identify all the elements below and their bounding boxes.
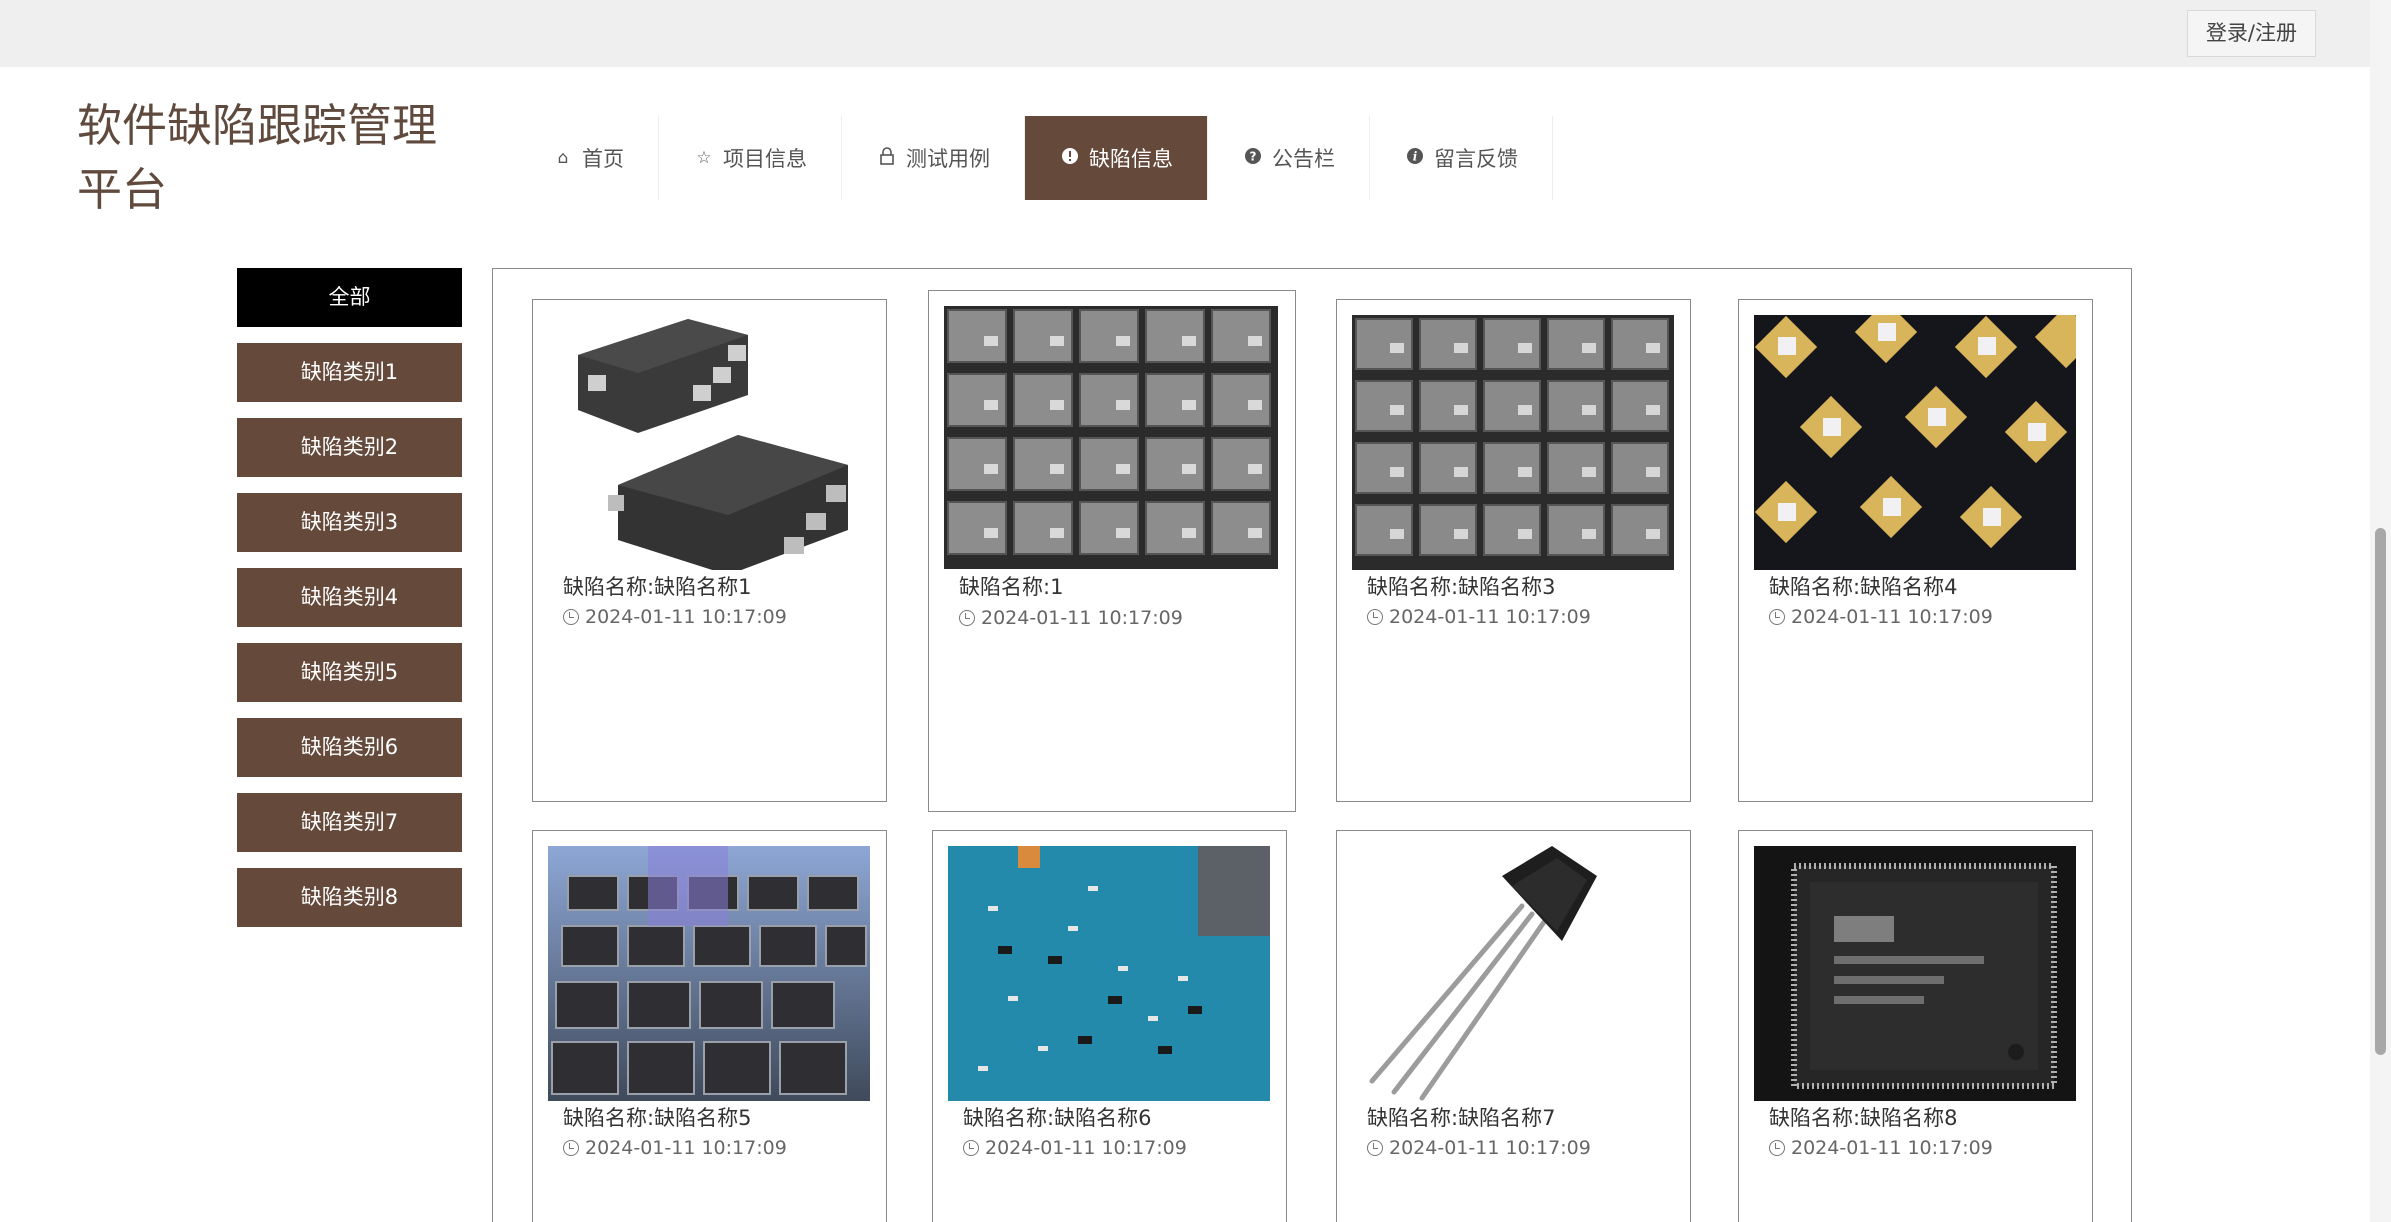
defect-time: 2024-01-11 10:17:09 (563, 1137, 787, 1159)
defect-card[interactable]: 缺陷名称:缺陷名称4 2024-01-11 10:17:09 (1738, 299, 2093, 802)
defect-time: 2024-01-11 10:17:09 (1367, 1137, 1591, 1159)
nav-test-cases[interactable]: 测试用例 (842, 116, 1025, 200)
scrollbar[interactable] (2370, 0, 2391, 1222)
defect-name: 缺陷名称:缺陷名称4 (1769, 575, 1958, 599)
star-icon: ☆ (696, 148, 712, 168)
nav-feedback[interactable]: i 留言反馈 (1370, 116, 1553, 200)
home-icon: ⌂ (557, 148, 569, 168)
defect-time: 2024-01-11 10:17:09 (1769, 606, 1993, 628)
nav-label: 首页 (582, 147, 624, 171)
defect-card[interactable]: 缺陷名称:缺陷名称5 2024-01-11 10:17:09 (532, 830, 887, 1222)
clock-icon (563, 609, 579, 625)
defect-time: 2024-01-11 10:17:09 (959, 607, 1183, 629)
info-circle-icon: i (1404, 147, 1426, 170)
question-circle-icon: ? (1242, 147, 1264, 170)
main-nav: ⌂ 首页 ☆ 项目信息 测试用例 缺陷信息 ? 公告栏 i 留言反馈 (518, 116, 1553, 200)
defect-card[interactable]: 缺陷名称:缺陷名称1 2024-01-11 10:17:09 (532, 299, 887, 802)
nav-label: 项目信息 (723, 147, 807, 171)
defect-image (944, 306, 1278, 569)
clock-icon (1769, 1140, 1785, 1156)
category-all[interactable]: 全部 (237, 268, 462, 327)
category-4[interactable]: 缺陷类别4 (237, 568, 462, 627)
defect-image (1754, 846, 2076, 1101)
defect-card[interactable]: 缺陷名称:缺陷名称6 2024-01-11 10:17:09 (932, 830, 1287, 1222)
defect-image (548, 315, 870, 570)
category-3[interactable]: 缺陷类别3 (237, 493, 462, 552)
login-register-button[interactable]: 登录/注册 (2186, 10, 2316, 57)
defect-name: 缺陷名称:1 (959, 575, 1064, 599)
clock-icon (563, 1140, 579, 1156)
lock-icon (876, 146, 898, 170)
defect-time: 2024-01-11 10:17:09 (963, 1137, 1187, 1159)
defect-time: 2024-01-11 10:17:09 (563, 606, 787, 628)
defect-card[interactable]: 缺陷名称:缺陷名称7 2024-01-11 10:17:09 (1336, 830, 1691, 1222)
nav-defect-info[interactable]: 缺陷信息 (1025, 116, 1208, 200)
nav-label: 缺陷信息 (1089, 147, 1173, 171)
defect-card[interactable]: 缺陷名称:缺陷名称8 2024-01-11 10:17:09 (1738, 830, 2093, 1222)
clock-icon (1367, 609, 1383, 625)
nav-label: 留言反馈 (1434, 147, 1518, 171)
top-bar: 登录/注册 (0, 0, 2370, 67)
defect-card[interactable]: 缺陷名称:1 2024-01-11 10:17:09 (928, 290, 1296, 812)
defect-image (1352, 315, 1674, 570)
nav-bulletin[interactable]: ? 公告栏 (1208, 116, 1370, 200)
defect-image (1352, 846, 1674, 1101)
svg-text:?: ? (1250, 149, 1257, 163)
category-1[interactable]: 缺陷类别1 (237, 343, 462, 402)
clock-icon (1367, 1140, 1383, 1156)
defect-name: 缺陷名称:缺陷名称3 (1367, 575, 1556, 599)
category-7[interactable]: 缺陷类别7 (237, 793, 462, 852)
defect-image (948, 846, 1270, 1101)
nav-label: 公告栏 (1272, 147, 1335, 171)
defect-list-panel: 缺陷名称:缺陷名称1 2024-01-11 10:17:09 缺陷名称:1 20… (492, 268, 2132, 1222)
defect-image (548, 846, 870, 1101)
defect-name: 缺陷名称:缺陷名称6 (963, 1106, 1152, 1130)
scrollbar-thumb[interactable] (2375, 528, 2386, 1055)
defect-image (1754, 315, 2076, 570)
category-sidebar: 全部 缺陷类别1 缺陷类别2 缺陷类别3 缺陷类别4 缺陷类别5 缺陷类别6 缺… (237, 268, 462, 943)
svg-text:i: i (1413, 149, 1418, 163)
category-8[interactable]: 缺陷类别8 (237, 868, 462, 927)
defect-name: 缺陷名称:缺陷名称1 (563, 575, 752, 599)
defect-name: 缺陷名称:缺陷名称5 (563, 1106, 752, 1130)
nav-home[interactable]: ⌂ 首页 (518, 116, 659, 200)
defect-time: 2024-01-11 10:17:09 (1769, 1137, 1993, 1159)
exclamation-circle-icon (1059, 147, 1081, 170)
defect-name: 缺陷名称:缺陷名称7 (1367, 1106, 1556, 1130)
defect-card[interactable]: 缺陷名称:缺陷名称3 2024-01-11 10:17:09 (1336, 299, 1691, 802)
site-title: 软件缺陷跟踪管理平台 (77, 99, 438, 216)
clock-icon (1769, 609, 1785, 625)
nav-label: 测试用例 (906, 147, 990, 171)
defect-name: 缺陷名称:缺陷名称8 (1769, 1106, 1958, 1130)
category-5[interactable]: 缺陷类别5 (237, 643, 462, 702)
category-2[interactable]: 缺陷类别2 (237, 418, 462, 477)
nav-project-info[interactable]: ☆ 项目信息 (659, 116, 842, 200)
clock-icon (959, 610, 975, 626)
category-6[interactable]: 缺陷类别6 (237, 718, 462, 777)
clock-icon (963, 1140, 979, 1156)
defect-time: 2024-01-11 10:17:09 (1367, 606, 1591, 628)
